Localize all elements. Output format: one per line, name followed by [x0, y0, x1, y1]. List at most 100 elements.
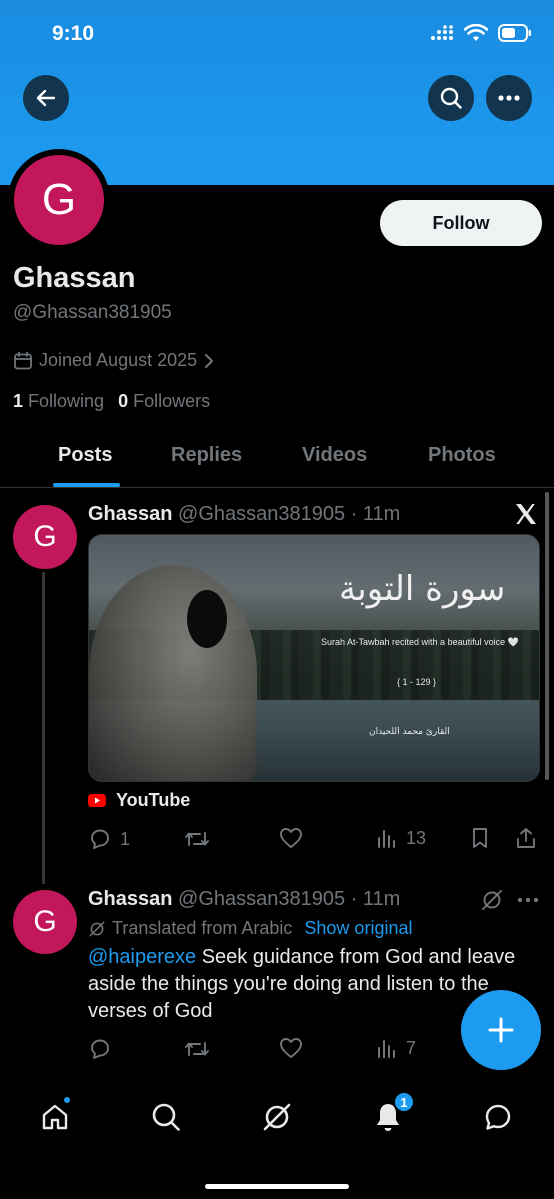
analytics-icon	[378, 830, 395, 848]
bookmark-icon	[473, 828, 487, 848]
profile-avatar[interactable]: G	[8, 149, 110, 251]
profile-tabs: Posts Replies Videos Photos	[0, 430, 554, 488]
tab-videos[interactable]: Videos	[302, 444, 367, 467]
reply-count: 1	[120, 828, 131, 849]
reply-icon	[91, 829, 109, 849]
view-count: 13	[406, 827, 427, 848]
nav-notifications[interactable]: 1	[366, 1091, 415, 1139]
post-handle-time: @Ghassan381905 · 11m	[178, 503, 401, 525]
youtube-icon	[88, 794, 106, 807]
follow-button[interactable]: Follow	[380, 200, 542, 246]
heart-icon	[280, 828, 302, 848]
repost-icon	[185, 832, 209, 846]
thread-line	[42, 572, 45, 884]
signal-icon	[431, 25, 453, 40]
translate-icon	[89, 921, 105, 936]
like-button[interactable]	[279, 1037, 311, 1059]
profile-handle: @Ghassan381905	[13, 302, 172, 323]
like-button[interactable]	[279, 827, 311, 849]
profile-name: Ghassan	[13, 262, 136, 294]
reply-button[interactable]	[88, 1037, 120, 1061]
post-header: Ghassan @Ghassan381905 · 11m	[88, 888, 400, 911]
avatar-initial: G	[14, 155, 104, 245]
show-original-link[interactable]: Show original	[304, 918, 412, 939]
followers-link[interactable]: 0 Followers	[118, 391, 210, 412]
tab-photos[interactable]: Photos	[428, 444, 496, 467]
home-indicator	[205, 1184, 349, 1189]
post-header: Ghassan @Ghassan381905 · 11m	[88, 503, 400, 526]
joined-date[interactable]: Joined August 2025	[13, 350, 215, 371]
notifications-badge: 1	[393, 1091, 415, 1113]
more-horizontal-icon[interactable]	[517, 897, 539, 903]
message-icon	[485, 1104, 511, 1130]
following-count: 1	[13, 391, 24, 411]
nav-messages[interactable]	[476, 1095, 520, 1139]
post-avatar[interactable]: G	[13, 890, 77, 954]
status-time: 9:10	[52, 22, 95, 45]
thumbnail-reciter: القارئ محمد اللحيدان	[369, 727, 450, 737]
post-avatar[interactable]: G	[13, 505, 77, 569]
chevron-right-icon	[205, 353, 214, 368]
video-thumbnail[interactable]: سورة التوبة Surah At-Tawbah recited with…	[88, 534, 540, 782]
status-icons	[430, 24, 532, 42]
analytics-icon	[378, 1040, 395, 1058]
x-logo-icon	[516, 504, 536, 524]
bookmark-button[interactable]	[470, 827, 490, 849]
repost-button[interactable]	[184, 827, 218, 851]
home-icon	[42, 1104, 68, 1130]
status-bar: 9:10	[0, 0, 554, 70]
views-button[interactable]: 13	[376, 827, 426, 849]
search-icon	[440, 87, 462, 109]
views-button[interactable]: 7	[376, 1037, 416, 1059]
thumbnail-subtitle: Surah At-Tawbah recited with a beautiful…	[321, 637, 519, 647]
nav-grok[interactable]	[255, 1095, 299, 1139]
followers-label: Followers	[133, 391, 211, 411]
compose-button[interactable]	[461, 990, 541, 1070]
post-handle-time: @Ghassan381905 · 11m	[178, 888, 401, 910]
translation-note: Translated from Arabic Show original	[88, 918, 412, 939]
calendar-icon	[14, 351, 32, 369]
post-author-name[interactable]: Ghassan	[88, 888, 172, 910]
grok-icon	[263, 1103, 291, 1131]
thumbnail-range: { 1 - 129 }	[397, 677, 437, 687]
share-button[interactable]	[515, 827, 537, 849]
active-tab-indicator	[53, 483, 120, 487]
share-icon	[517, 828, 535, 848]
translated-label: Translated from Arabic	[112, 918, 293, 938]
thumbnail-arabic-title: سورة التوبة	[339, 569, 506, 609]
bottom-navigation: 1	[0, 1075, 554, 1199]
post-text: @haiperexe Seek guidance from God and le…	[88, 944, 528, 1025]
plus-icon	[488, 1017, 514, 1043]
arrow-left-icon	[36, 89, 56, 107]
followers-count: 0	[118, 391, 129, 411]
search-button[interactable]	[428, 75, 474, 121]
nav-home[interactable]	[33, 1095, 77, 1139]
battery-icon	[498, 24, 531, 42]
nav-explore[interactable]	[144, 1095, 188, 1139]
repost-icon	[185, 1042, 209, 1056]
post-mention[interactable]: @haiperexe	[88, 946, 196, 968]
reply-icon	[91, 1039, 109, 1059]
search-icon	[152, 1103, 180, 1131]
post-actions: 1 13	[88, 827, 540, 857]
link-source-label: YouTube	[116, 790, 191, 810]
tab-posts[interactable]: Posts	[58, 444, 112, 467]
back-button[interactable]	[23, 75, 69, 121]
follow-stats: 1 Following 0 Followers	[13, 391, 210, 412]
more-horizontal-icon	[498, 95, 520, 101]
joined-label: Joined August 2025	[39, 350, 198, 370]
home-unread-dot	[62, 1095, 72, 1105]
link-source[interactable]: YouTube	[88, 790, 190, 811]
post-author-name[interactable]: Ghassan	[88, 503, 172, 525]
scrollbar[interactable]	[545, 492, 549, 780]
following-label: Following	[28, 391, 105, 411]
grok-icon[interactable]	[480, 888, 504, 912]
heart-icon	[280, 1038, 302, 1058]
reply-button[interactable]: 1	[88, 827, 130, 851]
view-count: 7	[406, 1037, 417, 1058]
wifi-icon	[464, 24, 488, 41]
repost-button[interactable]	[184, 1037, 218, 1061]
following-link[interactable]: 1 Following	[13, 391, 104, 412]
more-options-button[interactable]	[486, 75, 532, 121]
tab-replies[interactable]: Replies	[171, 444, 242, 467]
